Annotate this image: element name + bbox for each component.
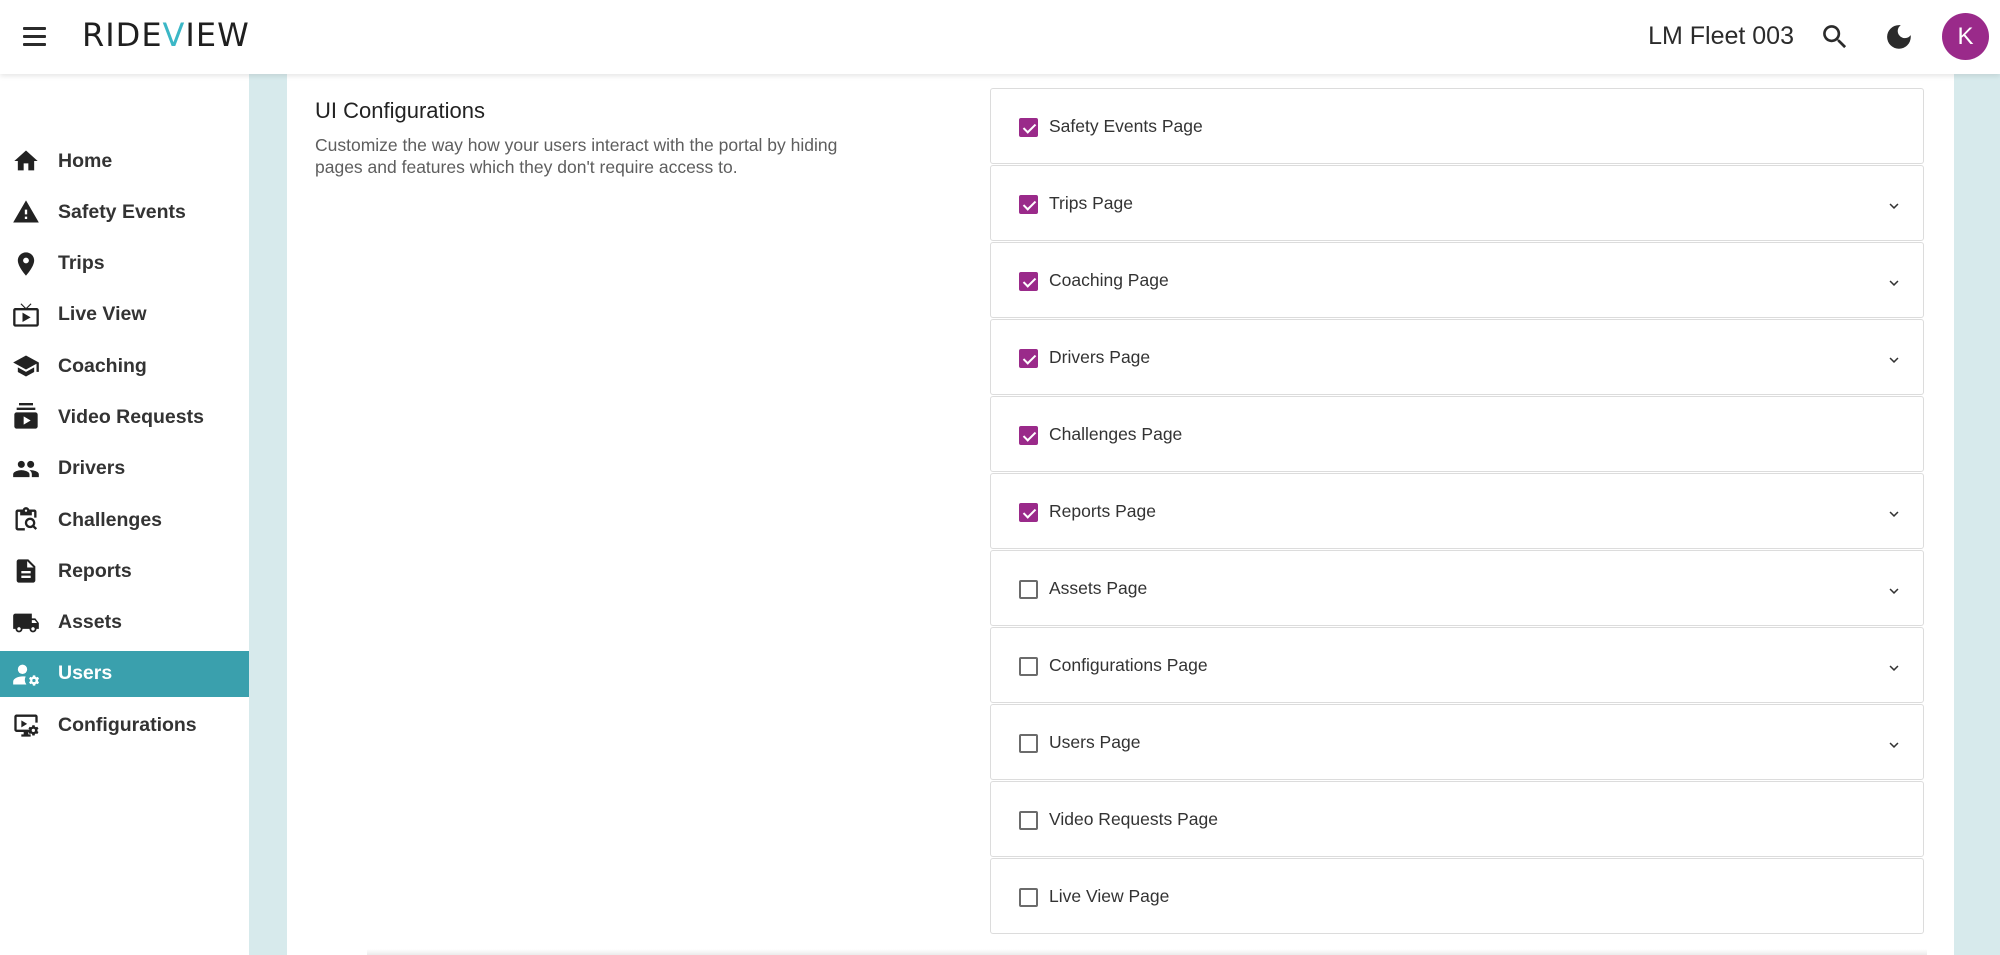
sidebar-item-assets[interactable]: Assets	[0, 600, 249, 646]
home-icon	[12, 147, 40, 175]
sidebar-item-label: Users	[58, 662, 113, 685]
chevron-down-icon[interactable]	[1885, 582, 1903, 600]
config-row-label: Video Requests Page	[1049, 809, 1218, 829]
logo-text-v: V	[162, 16, 186, 54]
sidebar-item-video-requests[interactable]: Video Requests	[0, 394, 249, 440]
sidebar-item-trips[interactable]: Trips	[0, 241, 249, 287]
user-settings-icon	[12, 660, 40, 688]
checkbox[interactable]	[1019, 734, 1038, 753]
logo-text-left: RIDE	[82, 16, 163, 54]
video-library-icon	[12, 403, 40, 431]
checkbox[interactable]	[1019, 195, 1038, 214]
avatar[interactable]: K	[1942, 13, 1989, 60]
sidebar-item-reports[interactable]: Reports	[0, 548, 249, 594]
chevron-down-icon[interactable]	[1885, 505, 1903, 523]
config-row-label: Safety Events Page	[1049, 116, 1203, 136]
top-app-bar: RIDEVIEW LM Fleet 003 K	[0, 0, 2000, 74]
checkbox[interactable]	[1019, 811, 1038, 830]
people-icon	[12, 455, 40, 483]
checkbox[interactable]	[1019, 118, 1038, 137]
chevron-down-icon[interactable]	[1885, 197, 1903, 215]
config-row-reports[interactable]: Reports Page	[990, 473, 1924, 549]
checkbox[interactable]	[1019, 426, 1038, 445]
config-row-label: Trips Page	[1049, 193, 1133, 213]
rideview-logo[interactable]: RIDEVIEW	[82, 16, 250, 54]
sidebar-item-configurations[interactable]: Configurations	[0, 702, 249, 748]
config-row-challenges[interactable]: Challenges Page	[990, 396, 1924, 472]
checkbox[interactable]	[1019, 888, 1038, 907]
sidebar-item-home[interactable]: Home	[0, 138, 249, 184]
display-settings-icon	[12, 711, 40, 739]
config-row-drivers[interactable]: Drivers Page	[990, 319, 1924, 395]
sidebar-item-live-view[interactable]: Live View	[0, 292, 249, 338]
menu-icon[interactable]	[20, 22, 50, 52]
logo-text-right: IEW	[185, 16, 250, 54]
section-title: UI Configurations	[315, 98, 485, 123]
sidebar: Home Safety Events Trips Live View Coach…	[0, 74, 249, 955]
config-row-label: Reports Page	[1049, 501, 1157, 521]
config-row-label: Challenges Page	[1049, 424, 1183, 444]
page-config-list: Safety Events Page Trips Page Coaching P…	[990, 88, 1924, 935]
sidebar-item-label: Drivers	[58, 457, 126, 480]
config-row-label: Coaching Page	[1049, 270, 1169, 290]
search-icon[interactable]	[1816, 18, 1854, 56]
moon-icon[interactable]	[1880, 18, 1918, 56]
checkbox[interactable]	[1019, 657, 1038, 676]
sidebar-nav: Home Safety Events Trips Live View Coach…	[0, 138, 249, 754]
sidebar-item-challenges[interactable]: Challenges	[0, 497, 249, 543]
fleet-name[interactable]: LM Fleet 003	[1648, 22, 1794, 51]
config-row-configurations[interactable]: Configurations Page	[990, 627, 1924, 703]
truck-icon	[12, 609, 40, 637]
sidebar-item-label: Trips	[58, 252, 105, 275]
checkbox[interactable]	[1019, 349, 1038, 368]
clipboard-search-icon	[12, 506, 40, 534]
chevron-down-icon[interactable]	[1885, 274, 1903, 292]
location-pin-icon	[12, 250, 40, 278]
config-row-safety-events[interactable]: Safety Events Page	[990, 88, 1924, 164]
bottom-divider	[367, 949, 1927, 955]
live-tv-icon	[12, 301, 40, 329]
config-row-live-view[interactable]: Live View Page	[990, 858, 1924, 934]
config-row-coaching[interactable]: Coaching Page	[990, 242, 1924, 318]
config-row-video-requests[interactable]: Video Requests Page	[990, 781, 1924, 857]
sidebar-item-safety-events[interactable]: Safety Events	[0, 189, 249, 235]
config-row-label: Assets Page	[1049, 578, 1148, 598]
document-icon	[12, 557, 40, 585]
sidebar-item-drivers[interactable]: Drivers	[0, 446, 249, 492]
config-row-assets[interactable]: Assets Page	[990, 550, 1924, 626]
config-row-users[interactable]: Users Page	[990, 704, 1924, 780]
config-row-label: Configurations Page	[1049, 655, 1208, 675]
chevron-down-icon[interactable]	[1885, 659, 1903, 677]
sidebar-item-users[interactable]: Users	[0, 650, 249, 697]
sidebar-item-label: Live View	[58, 303, 147, 326]
chevron-down-icon[interactable]	[1885, 351, 1903, 369]
config-row-label: Users Page	[1049, 732, 1141, 752]
sidebar-item-label: Reports	[58, 559, 132, 582]
warning-icon	[12, 198, 40, 226]
checkbox[interactable]	[1019, 272, 1038, 291]
sidebar-item-coaching[interactable]: Coaching	[0, 343, 249, 389]
sidebar-item-label: Safety Events	[58, 200, 186, 223]
section-description: Customize the way how your users interac…	[315, 135, 838, 177]
school-icon	[12, 352, 40, 380]
sidebar-item-label: Home	[58, 149, 113, 172]
checkbox[interactable]	[1019, 503, 1038, 522]
config-row-label: Live View Page	[1049, 886, 1170, 906]
sidebar-item-label: Assets	[58, 611, 122, 634]
config-row-label: Drivers Page	[1049, 347, 1151, 367]
sidebar-item-label: Challenges	[58, 508, 163, 531]
sidebar-item-label: Configurations	[58, 713, 197, 736]
main-content: UI Configurations Customize the way how …	[287, 74, 1954, 955]
sidebar-item-label: Coaching	[58, 354, 147, 377]
chevron-down-icon[interactable]	[1885, 736, 1903, 754]
config-row-trips[interactable]: Trips Page	[990, 165, 1924, 241]
checkbox[interactable]	[1019, 580, 1038, 599]
sidebar-item-label: Video Requests	[58, 405, 204, 428]
